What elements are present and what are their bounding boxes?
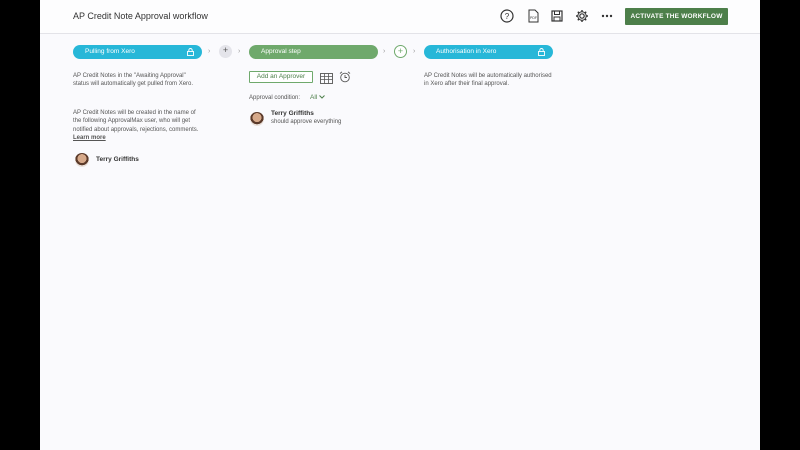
svg-text:?: ?	[505, 12, 510, 21]
pull-user-name: Terry Griffiths	[96, 156, 139, 163]
chevron-right-icon: ›	[208, 48, 211, 55]
activate-workflow-button[interactable]: ACTIVATE THE WORKFLOW	[625, 8, 728, 25]
header-bar: AP Credit Note Approval workflow ? PDF A…	[40, 0, 760, 34]
pull-user-text: AP Credit Notes will be created in the n…	[73, 110, 199, 133]
step-authorisation-in-xero[interactable]: Authorisation in Xero	[424, 45, 553, 59]
help-icon[interactable]: ?	[500, 9, 514, 23]
gear-icon[interactable]	[575, 9, 589, 23]
pdf-icon[interactable]: PDF	[526, 9, 540, 23]
pull-description: AP Credit Notes in the "Awaiting Approva…	[73, 73, 194, 88]
learn-more-link[interactable]: Learn more	[73, 135, 106, 141]
approval-condition-value: All	[310, 94, 318, 101]
step-pulling-from-xero[interactable]: Pulling from Xero	[73, 45, 202, 59]
page-title: AP Credit Note Approval workflow	[73, 11, 208, 21]
add-step-button[interactable]: +	[394, 45, 407, 58]
approval-condition-label: Approval condition:	[249, 95, 301, 101]
step-label: Pulling from Xero	[85, 48, 135, 55]
chevron-right-icon: ›	[238, 48, 241, 55]
chevron-right-icon: ›	[413, 48, 416, 55]
authorisation-description: AP Credit Notes will be automatically au…	[424, 73, 552, 88]
lock-icon	[538, 48, 545, 56]
pull-user-description: AP Credit Notes will be created in the n…	[73, 109, 201, 142]
step-label: Approval step	[261, 48, 301, 55]
workflow-page: AP Credit Note Approval workflow ? PDF A…	[40, 0, 760, 450]
alarm-clock-icon[interactable]	[339, 70, 351, 83]
avatar	[75, 153, 89, 167]
more-icon[interactable]	[600, 9, 614, 23]
add-step-button[interactable]: +	[219, 45, 232, 58]
save-icon[interactable]	[550, 9, 564, 23]
chevron-right-icon: ›	[383, 48, 386, 55]
avatar	[250, 112, 264, 126]
lock-icon	[187, 48, 194, 56]
approval-condition-dropdown[interactable]: All	[310, 94, 325, 101]
step-approval[interactable]: Approval step	[249, 45, 378, 59]
add-approver-button[interactable]: Add an Approver	[249, 71, 313, 83]
chevron-down-icon	[319, 95, 325, 99]
step-label: Authorisation in Xero	[436, 48, 497, 55]
approver-name: Terry Griffiths	[271, 110, 314, 117]
svg-text:PDF: PDF	[530, 16, 537, 20]
matrix-icon[interactable]	[320, 71, 333, 84]
approver-rule: should approve everything	[271, 119, 342, 125]
